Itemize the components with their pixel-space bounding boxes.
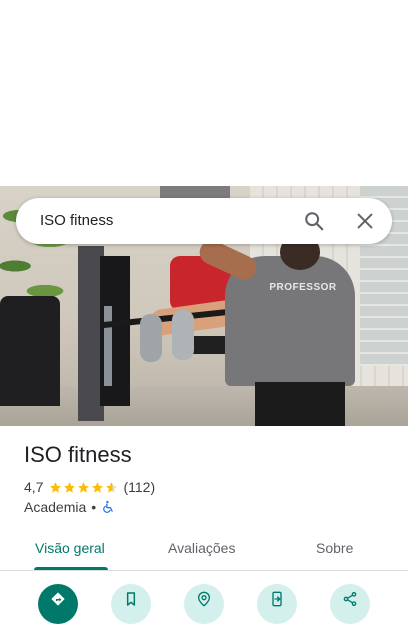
shirt-text: PROFESSOR [269, 282, 337, 293]
star-icon [92, 481, 104, 493]
close-icon[interactable] [354, 210, 376, 232]
share-icon [343, 592, 357, 606]
nearby-button[interactable] [184, 584, 224, 624]
category-row: Academia • [24, 499, 115, 515]
star-rating [49, 481, 119, 494]
star-icon [50, 481, 62, 493]
directions-button[interactable] [38, 584, 78, 624]
wheelchair-accessible-icon [101, 500, 115, 514]
save-button[interactable] [111, 584, 151, 624]
place-category: Academia [24, 499, 87, 515]
search-bar[interactable]: ISO fitness [16, 198, 392, 244]
send-to-phone-button[interactable] [257, 584, 297, 624]
star-icon [78, 481, 90, 493]
share-button[interactable] [330, 584, 370, 624]
place-title: ISO fitness [24, 442, 132, 467]
tab-about[interactable]: Sobre [316, 540, 353, 556]
star-icon [64, 481, 76, 493]
place-tabs: Visão geral Avaliações Sobre [0, 530, 408, 571]
rating-value: 4,7 [24, 479, 44, 495]
separator: • [91, 499, 97, 515]
map-area-blank [0, 0, 408, 186]
search-icon[interactable] [303, 210, 325, 232]
star-half-icon [106, 481, 118, 493]
bookmark-icon [126, 592, 136, 606]
nearby-icon [197, 591, 211, 607]
directions-icon [51, 592, 65, 606]
tab-overview[interactable]: Visão geral [35, 540, 105, 556]
gym-machine [0, 296, 60, 406]
active-tab-indicator [34, 567, 108, 570]
send-to-phone-icon [272, 591, 282, 607]
review-count[interactable]: (112) [123, 479, 155, 495]
rating-row[interactable]: 4,7 (112) [24, 479, 155, 495]
search-query[interactable]: ISO fitness [40, 212, 113, 229]
tab-reviews[interactable]: Avaliações [168, 540, 235, 556]
